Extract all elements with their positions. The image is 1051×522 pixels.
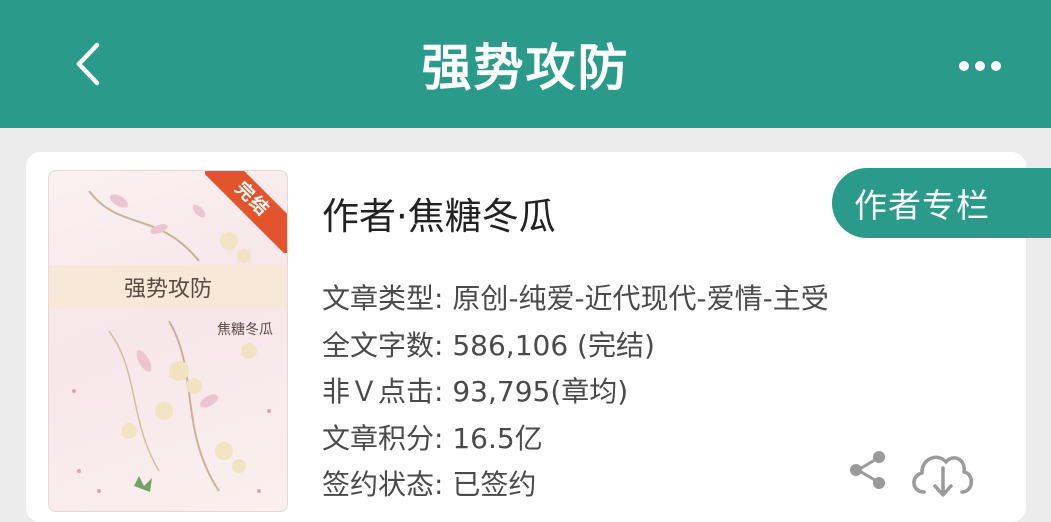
completed-ribbon-label: 完结 [205,171,287,253]
info-label: 签约状态: [322,468,444,501]
ellipsis-icon [959,61,1001,71]
top-app-bar: 强势攻防 [0,0,1051,128]
download-button[interactable] [906,442,978,500]
cover-title: 强势攻防 [123,277,212,302]
info-row-type: 文章类型: 原创-纯爱-近代现代-爱情-主受 [322,277,829,317]
info-row-score: 文章积分: 16.5亿 [322,417,543,457]
info-value: 586,106 (完结) [452,329,655,362]
completed-ribbon: 完结 [205,171,287,253]
info-value: 16.5亿 [452,422,543,455]
info-label: 文章积分: [322,422,444,455]
author-column-button[interactable]: 作者专栏 [832,168,1051,238]
info-label: 文章类型: [322,282,444,315]
info-row-contract: 签约状态: 已签约 [322,463,536,503]
info-label: 非Ｖ点击: [322,375,444,408]
author-name[interactable]: 作者·焦糖冬瓜 [322,186,556,240]
info-value: 93,795(章均) [452,375,629,408]
share-icon [850,451,885,489]
info-value: 原创-纯爱-近代现代-爱情-主受 [452,282,829,315]
cloud-download-icon [912,455,973,497]
book-cover[interactable]: 强势攻防 焦糖冬瓜 完结 [48,170,288,512]
cover-author: 焦糖冬瓜 [217,322,273,338]
more-options-button[interactable] [950,44,1010,88]
info-row-clicks: 非Ｖ点击: 93,795(章均) [322,370,628,410]
page-title: 强势攻防 [421,39,630,97]
share-button[interactable] [846,448,890,492]
info-value: 已签约 [452,468,537,501]
info-row-word-count: 全文字数: 586,106 (完结) [322,324,655,364]
info-label: 全文字数: [322,329,444,362]
